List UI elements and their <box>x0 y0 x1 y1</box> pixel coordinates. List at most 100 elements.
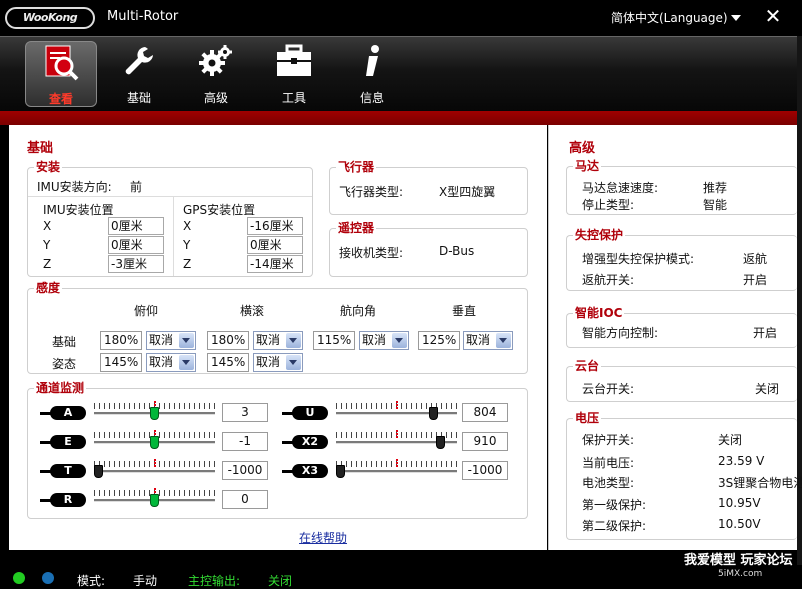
close-button[interactable]: ✕ <box>762 5 784 27</box>
channel-a-slider[interactable] <box>94 401 215 425</box>
tab-tools[interactable]: 工具 <box>258 41 330 107</box>
motor-group: 马达 马达怠速速度: 推荐 停止类型: 智能 <box>566 158 797 215</box>
basic-section-title: 基础 <box>27 141 54 156</box>
dropdown-arrow-icon[interactable] <box>179 333 194 348</box>
imu-y-value[interactable]: 0厘米 <box>108 236 164 254</box>
channel-e-value: -1 <box>222 432 268 451</box>
gps-x-label: X <box>183 219 192 233</box>
tab-basic[interactable]: 基础 <box>103 41 175 107</box>
slider-thumb[interactable] <box>429 407 438 420</box>
channel-x3-slider[interactable] <box>336 459 457 483</box>
return-switch-label: 返航开关: <box>582 273 635 287</box>
channel-e-tag: E <box>40 435 86 449</box>
ioc-group: 智能IOC 智能方向控制: 开启 <box>566 305 797 348</box>
channel-x2-value: 910 <box>462 432 508 451</box>
channel-u-slider[interactable] <box>336 401 457 425</box>
gain-basic-pitch-select[interactable]: 取消 <box>146 331 196 350</box>
channel-x3-tag: X3 <box>282 464 328 478</box>
gain-basic-yaw-value[interactable]: 115% <box>313 331 355 350</box>
slider-center-mark <box>154 459 156 467</box>
gain-attitude-pitch-value[interactable]: 145% <box>100 353 142 372</box>
gain-attitude-roll-value[interactable]: 145% <box>207 353 249 372</box>
gain-basic-roll-select[interactable]: 取消 <box>253 331 303 350</box>
gain-attitude-pitch-select[interactable]: 取消 <box>146 353 196 372</box>
watermark-text: 我爱模型 玩家论坛 <box>684 553 793 568</box>
gain-row-attitude-label: 姿态 <box>52 357 77 371</box>
gain-basic-roll-value[interactable]: 180% <box>207 331 249 350</box>
channel-a-tag: A <box>40 406 86 420</box>
tab-advanced-label: 高级 <box>203 91 228 105</box>
select-value: 取消 <box>149 355 174 369</box>
select-value: 取消 <box>362 333 387 347</box>
language-label[interactable]: 简体中文(Language) <box>611 11 728 25</box>
dropdown-arrow-icon[interactable] <box>392 333 407 348</box>
protection-switch-label: 保护开关: <box>582 433 635 447</box>
channel-t-tag: T <box>40 464 86 478</box>
channel-x2-slider[interactable] <box>336 430 457 454</box>
slider-thumb[interactable] <box>94 465 103 478</box>
gain-col-vertical: 垂直 <box>452 304 477 318</box>
imu-z-value[interactable]: -3厘米 <box>108 255 164 273</box>
dropdown-arrow-icon[interactable] <box>286 333 301 348</box>
gain-attitude-roll-select[interactable]: 取消 <box>253 353 303 372</box>
level1-protection-label: 第一级保护: <box>582 498 647 512</box>
gps-y-value[interactable]: 0厘米 <box>247 236 303 254</box>
slider-thumb[interactable] <box>336 465 345 478</box>
tab-view[interactable]: 查看 <box>25 41 97 107</box>
slider-rail <box>336 470 457 473</box>
gps-y-label: Y <box>183 238 191 252</box>
tab-advanced[interactable]: 高级 <box>180 41 252 107</box>
app-title: Multi-Rotor <box>107 9 179 24</box>
basic-panel: 基础 安装 IMU安装方向: 前 IMU安装位置 GPS安装位置 X Y Z 0… <box>9 125 547 550</box>
slider-thumb[interactable] <box>436 436 445 449</box>
level2-protection-label: 第二级保护: <box>582 519 647 533</box>
channel-r-slider[interactable] <box>94 488 215 512</box>
channel-a-value: 3 <box>222 403 268 422</box>
dropdown-arrow-icon[interactable] <box>496 333 511 348</box>
slider-thumb[interactable] <box>150 407 159 420</box>
gain-basic-yaw-select[interactable]: 取消 <box>359 331 409 350</box>
slider-thumb[interactable] <box>150 436 159 449</box>
toolbar-accent-bar <box>0 111 802 125</box>
battery-type-label: 电池类型: <box>582 476 635 490</box>
channel-t-slider[interactable] <box>94 459 215 483</box>
gps-z-value[interactable]: -14厘米 <box>247 255 303 273</box>
window-border <box>797 36 802 588</box>
tab-basic-label: 基础 <box>126 91 151 105</box>
gain-basic-vertical-value[interactable]: 125% <box>418 331 460 350</box>
channel-u-value: 804 <box>462 403 508 422</box>
imu-z-label: Z <box>43 257 52 271</box>
channel-monitor-title: 通道监测 <box>34 380 87 396</box>
language-selector[interactable]: 简体中文(Language) <box>611 9 741 26</box>
imu-direction-label: IMU安装方向: <box>37 180 112 194</box>
channel-e-slider[interactable] <box>94 430 215 454</box>
rc-title: 遥控器 <box>336 220 377 236</box>
tab-info[interactable]: 信息 <box>336 41 408 107</box>
ioc-title: 智能IOC <box>573 305 625 321</box>
motor-idle-label: 马达怠速速度: <box>582 181 659 195</box>
gain-row-basic-label: 基础 <box>52 335 77 349</box>
level1-protection-value: 10.95V <box>718 496 761 510</box>
gain-basic-vertical-select[interactable]: 取消 <box>463 331 513 350</box>
voltage-group: 电压 保护开关: 关闭 当前电压: 23.59 V 电池类型: 3S锂聚合物电池… <box>566 410 802 540</box>
online-help-link[interactable]: 在线帮助 <box>299 529 347 546</box>
gps-z-label: Z <box>183 257 192 271</box>
channel-r-tag: R <box>40 493 86 507</box>
dropdown-arrow-icon[interactable] <box>286 355 301 370</box>
motor-idle-value: 推荐 <box>703 181 728 195</box>
toolbox-icon <box>258 41 330 81</box>
voltage-title: 电压 <box>573 410 602 426</box>
return-switch-value: 开启 <box>743 273 768 287</box>
slider-thumb[interactable] <box>150 494 159 507</box>
gain-basic-pitch-value[interactable]: 180% <box>100 331 142 350</box>
dropdown-arrow-icon[interactable] <box>179 355 194 370</box>
aircraft-type-value: X型四旋翼 <box>439 185 496 199</box>
protection-switch-value: 关闭 <box>718 433 743 447</box>
battery-type-value: 3S锂聚合物电池 <box>718 476 802 490</box>
imu-position-label: IMU安装位置 <box>43 203 114 217</box>
chevron-down-icon[interactable] <box>730 15 741 21</box>
imu-x-value[interactable]: 0厘米 <box>108 217 164 235</box>
gps-x-value[interactable]: -16厘米 <box>247 217 303 235</box>
ioc-label: 智能方向控制: <box>582 326 659 340</box>
enhanced-failsafe-value: 返航 <box>743 252 768 266</box>
